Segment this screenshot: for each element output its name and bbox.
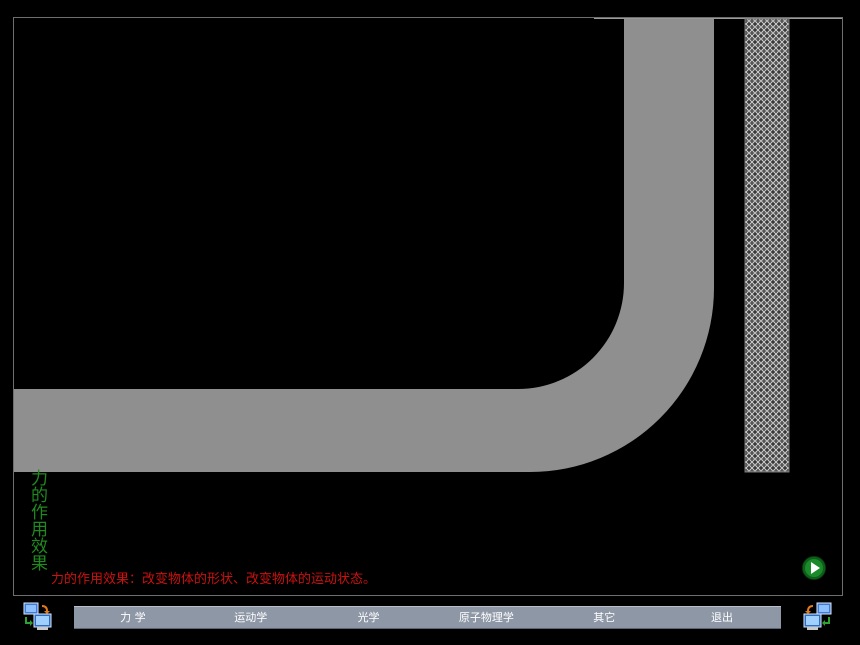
menu-item-exit[interactable]: 退出 [663, 607, 781, 628]
caption-text: 力的作用效果：改变物体的形状、改变物体的运动状态。 [51, 572, 377, 587]
menu-item-atomic-physics[interactable]: 原子物理学 [427, 607, 545, 628]
play-button[interactable] [803, 557, 825, 579]
mesh-wall [744, 18, 790, 473]
menu-item-mechanics[interactable]: 力 学 [74, 607, 192, 628]
play-icon [811, 562, 820, 574]
vertical-title: 力的作用效果 [27, 469, 47, 571]
menu-bar: 力 学 运动学 光学 原子物理学 其它 退出 [74, 606, 781, 629]
menu-item-kinematics[interactable]: 运动学 [192, 607, 310, 628]
menu-item-optics[interactable]: 光学 [310, 607, 428, 628]
nav-right-icon[interactable] [801, 601, 833, 631]
animation-stage: 力的作用效果 力的作用效果：改变物体的形状、改变物体的运动状态。 [13, 17, 843, 596]
scene-canvas [14, 18, 842, 473]
nav-left-icon[interactable] [22, 601, 54, 631]
menu-item-other[interactable]: 其它 [545, 607, 663, 628]
curved-track [14, 18, 714, 472]
